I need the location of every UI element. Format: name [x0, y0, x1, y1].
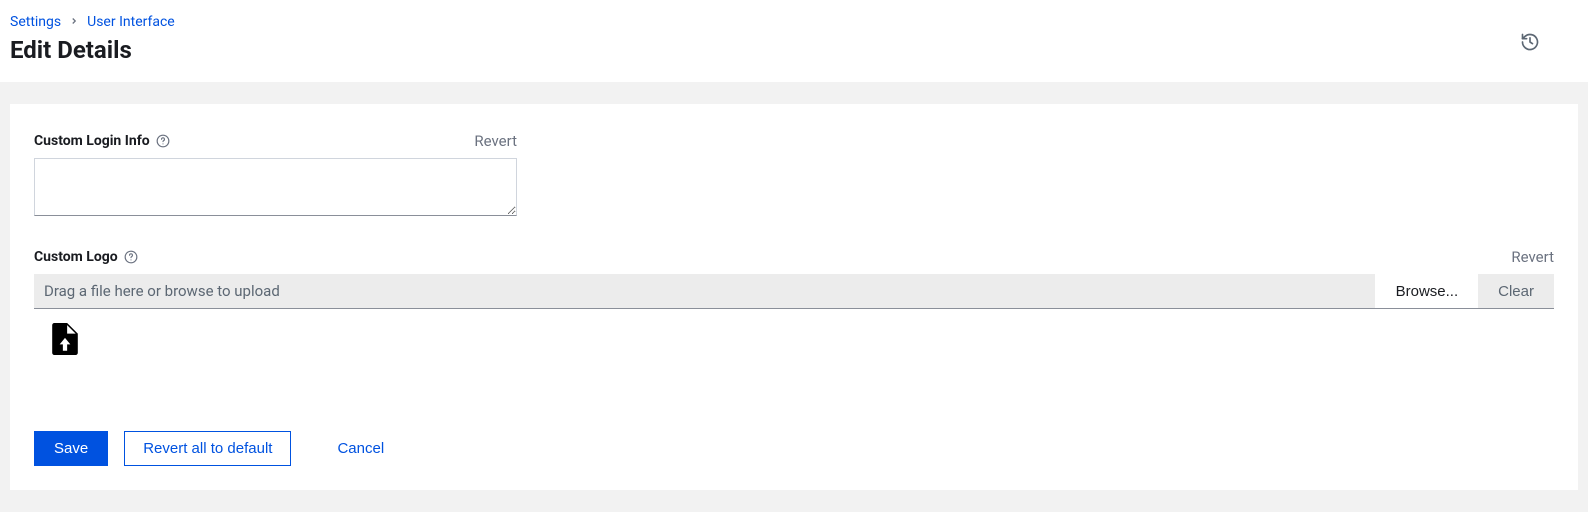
custom-login-info-label-text: Custom Login Info — [34, 133, 150, 149]
custom-login-info-textarea[interactable] — [34, 158, 517, 216]
clear-button[interactable]: Clear — [1478, 274, 1554, 308]
revert-all-button[interactable]: Revert all to default — [124, 431, 291, 466]
file-upload-icon — [52, 343, 78, 359]
page-title: Edit Details — [10, 36, 1578, 64]
breadcrumb: Settings User Interface — [10, 14, 1578, 30]
footer-actions: Save Revert all to default Cancel — [34, 431, 1554, 466]
edit-panel: Custom Login Info Revert Custom Logo — [10, 104, 1578, 490]
upload-dropzone[interactable]: Drag a file here or browse to upload — [34, 274, 1375, 308]
custom-logo-label: Custom Logo — [34, 249, 138, 265]
custom-logo-field: Custom Logo Revert Drag a file here or b… — [34, 248, 1554, 359]
custom-login-info-label: Custom Login Info — [34, 133, 170, 149]
history-icon[interactable] — [1520, 32, 1540, 56]
browse-button[interactable]: Browse... — [1375, 274, 1479, 308]
save-button[interactable]: Save — [34, 431, 108, 466]
custom-login-info-field: Custom Login Info Revert — [34, 132, 517, 220]
revert-logo-link[interactable]: Revert — [1511, 248, 1554, 266]
breadcrumb-user-interface-link[interactable]: User Interface — [87, 14, 175, 30]
cancel-button[interactable]: Cancel — [325, 432, 396, 465]
chevron-right-icon — [69, 15, 79, 29]
breadcrumb-settings-link[interactable]: Settings — [10, 14, 61, 30]
help-icon[interactable] — [124, 250, 138, 264]
custom-logo-label-text: Custom Logo — [34, 249, 118, 265]
revert-login-info-link[interactable]: Revert — [474, 132, 517, 150]
help-icon[interactable] — [156, 134, 170, 148]
